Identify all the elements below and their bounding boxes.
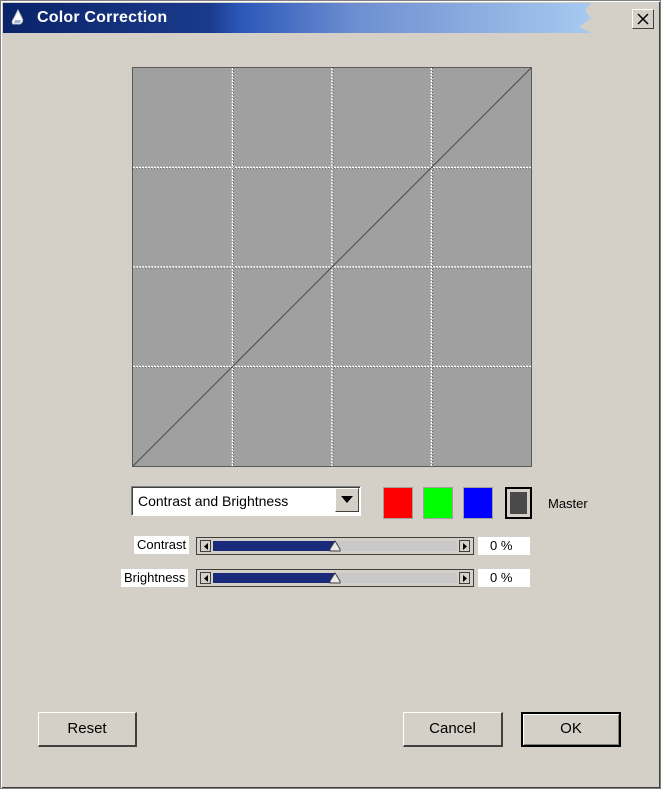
close-icon	[637, 13, 649, 25]
blue-channel-swatch[interactable]	[463, 487, 493, 519]
color-correction-app-icon	[9, 8, 27, 27]
title-bar[interactable]: Color Correction	[3, 3, 658, 33]
brightness-slider-remaining	[335, 573, 457, 583]
color-correction-dialog: Color Correction Contrast and Brightness…	[0, 0, 661, 789]
arrow-right-icon	[463, 543, 467, 550]
mode-select-dropdown-button[interactable]	[335, 488, 359, 512]
contrast-slider-thumb[interactable]	[329, 540, 341, 552]
arrow-left-icon	[204, 543, 208, 550]
arrow-left-icon	[204, 575, 208, 582]
contrast-slider[interactable]	[196, 537, 474, 555]
brightness-slider-fill	[213, 573, 335, 583]
contrast-slider-fill	[213, 541, 335, 551]
ok-button[interactable]: OK	[521, 712, 621, 747]
arrow-right-icon	[463, 575, 467, 582]
cancel-button[interactable]: Cancel	[403, 712, 503, 747]
brightness-label: Brightness	[121, 569, 189, 587]
window-title: Color Correction	[37, 9, 168, 26]
contrast-increase-button[interactable]	[459, 540, 470, 552]
contrast-label: Contrast	[134, 536, 190, 554]
contrast-slider-remaining	[335, 541, 457, 551]
master-channel-swatch-fill	[510, 492, 527, 514]
tone-curve-line[interactable]	[133, 68, 531, 466]
green-channel-swatch[interactable]	[423, 487, 453, 519]
close-button[interactable]	[632, 9, 654, 29]
mode-select-value: Contrast and Brightness	[138, 493, 289, 509]
reset-button[interactable]: Reset	[38, 712, 137, 747]
contrast-decrease-button[interactable]	[200, 540, 211, 552]
mode-select[interactable]: Contrast and Brightness	[131, 486, 361, 516]
curve-editor[interactable]	[132, 67, 532, 467]
brightness-slider[interactable]	[196, 569, 474, 587]
master-channel-swatch[interactable]	[505, 487, 532, 519]
red-channel-swatch[interactable]	[383, 487, 413, 519]
contrast-value: 0 %	[478, 537, 530, 555]
chevron-down-icon	[341, 496, 353, 503]
brightness-decrease-button[interactable]	[200, 572, 211, 584]
brightness-slider-thumb[interactable]	[329, 572, 341, 584]
brightness-increase-button[interactable]	[459, 572, 470, 584]
master-label: Master	[548, 496, 588, 511]
brightness-value: 0 %	[478, 569, 530, 587]
